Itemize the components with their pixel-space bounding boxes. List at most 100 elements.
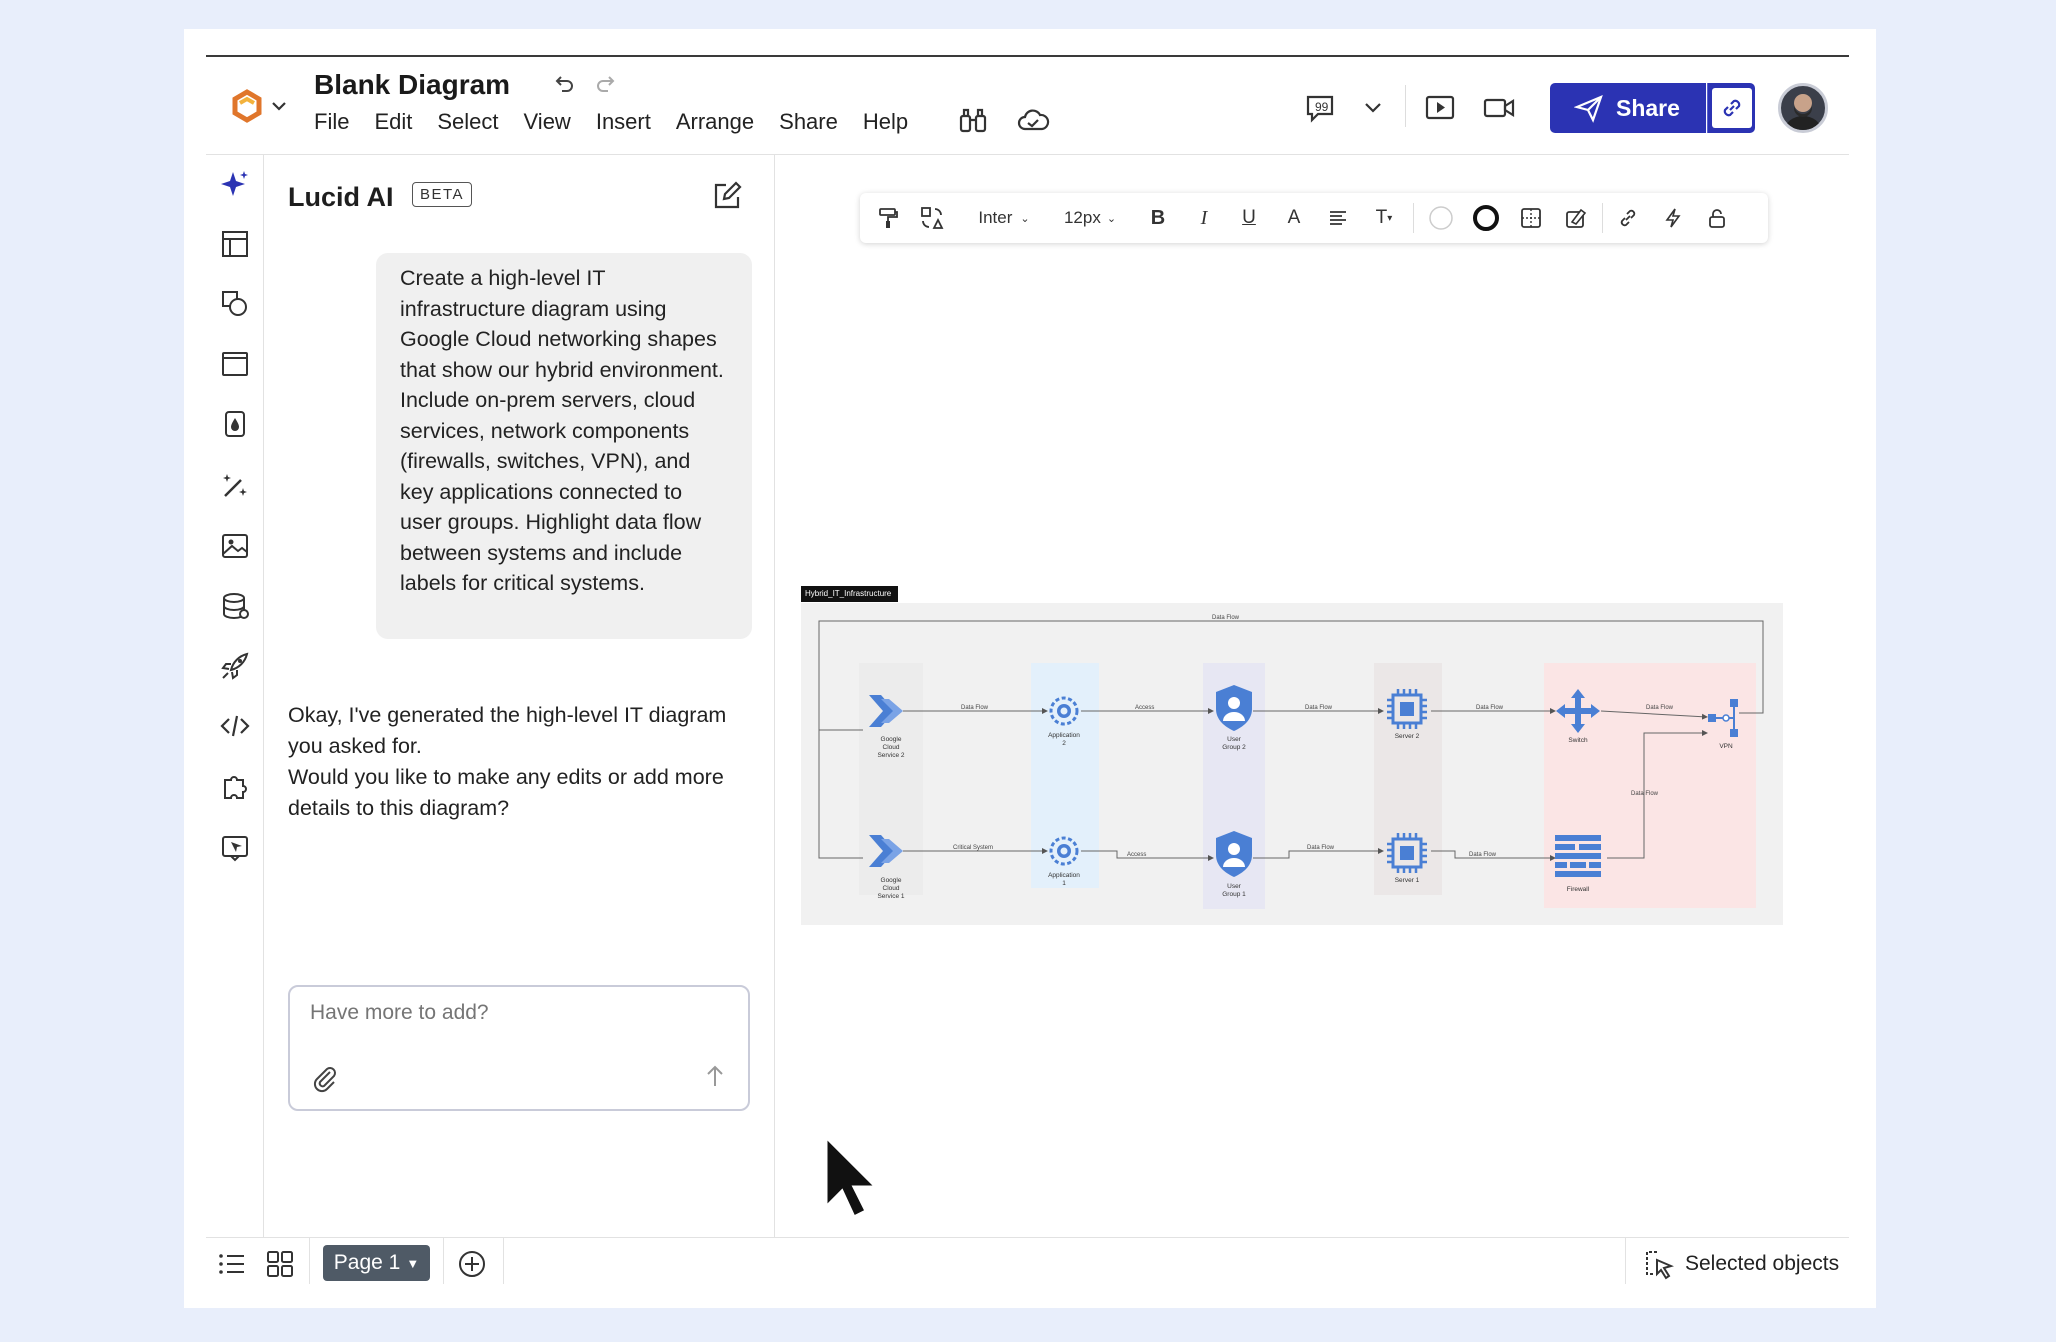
frame-icon[interactable]: [216, 345, 254, 383]
selection-cursor-icon: [1646, 1251, 1674, 1280]
fill-color-icon[interactable]: [1425, 202, 1457, 234]
menu-view[interactable]: View: [524, 109, 571, 135]
diagram-container-tag[interactable]: Hybrid_IT_Infrastructure: [801, 586, 898, 602]
ai-response-line: Would you like to make any edits or add …: [288, 765, 724, 820]
ai-sparkle-icon[interactable]: [216, 165, 254, 203]
node-label: Group 1: [1222, 891, 1246, 898]
diagram-canvas[interactable]: Inter ⌄ 12px ⌄ B I U A T ▾ Hybrid_IT_Inf…: [776, 155, 1849, 1237]
menu-edit[interactable]: Edit: [374, 109, 412, 135]
mouse-pointer-icon: [820, 1133, 880, 1223]
edge-label: Data Flow: [1307, 845, 1335, 851]
toolbar-divider: [1405, 85, 1406, 127]
code-icon[interactable]: [216, 707, 254, 745]
copy-link-button[interactable]: [1707, 83, 1755, 133]
it-infrastructure-diagram[interactable]: Data Flow Data Flow Access Data Flow Dat…: [801, 603, 1783, 925]
rocket-icon[interactable]: [216, 647, 254, 685]
menu-select[interactable]: Select: [437, 109, 498, 135]
comments-icon[interactable]: 99: [1303, 91, 1337, 125]
selected-objects-label: Selected objects: [1685, 1252, 1840, 1275]
add-page-icon[interactable]: [456, 1248, 488, 1280]
new-chat-edit-icon[interactable]: [710, 179, 744, 213]
chevron-down-icon[interactable]: [1356, 91, 1390, 125]
send-arrow-icon[interactable]: [700, 1061, 730, 1091]
chevron-down-icon[interactable]: [270, 91, 288, 121]
link-icon[interactable]: [1612, 202, 1644, 234]
edge-label: Data Flow: [1646, 705, 1674, 711]
node-label: Application: [1048, 872, 1080, 879]
diagram-svg: Data Flow Data Flow Access Data Flow Dat…: [818, 615, 1764, 909]
edge: [1253, 848, 1384, 859]
templates-icon[interactable]: [216, 225, 254, 263]
text-options-icon[interactable]: T ▾: [1368, 202, 1400, 234]
chevron-down-icon: ⌄: [1020, 212, 1030, 225]
align-icon[interactable]: [1324, 202, 1352, 234]
lock-icon[interactable]: [1701, 202, 1733, 234]
node-label: Server 2: [1395, 733, 1420, 740]
binoculars-icon[interactable]: [956, 104, 990, 138]
image-icon[interactable]: [216, 527, 254, 565]
style-palette-icon[interactable]: [1560, 202, 1592, 234]
svg-text:99: 99: [1315, 100, 1329, 114]
text-color-icon[interactable]: A: [1280, 202, 1308, 234]
menu-help[interactable]: Help: [863, 109, 908, 135]
server-1-node[interactable]: [1385, 831, 1429, 875]
data-icon[interactable]: [216, 587, 254, 625]
font-size-select[interactable]: 12px ⌄: [1060, 202, 1120, 234]
lucid-logo-icon[interactable]: [230, 89, 264, 123]
menu-arrange[interactable]: Arrange: [676, 109, 754, 135]
node-label: User: [1227, 883, 1242, 890]
font-family-select[interactable]: Inter ⌄: [972, 202, 1036, 234]
bold-icon[interactable]: B: [1144, 202, 1172, 234]
replace-shape-icon[interactable]: [916, 202, 948, 234]
server-2-node[interactable]: [1385, 687, 1429, 731]
chat-input-box: [288, 985, 750, 1111]
user-avatar[interactable]: [1778, 83, 1828, 133]
lucid-app-window: Blank Diagram File Edit Select View Inse…: [206, 55, 1849, 1284]
node-label: Cloud: [883, 744, 900, 751]
bottom-bar: Page 1 ▼ Selected objects: [206, 1237, 1849, 1284]
beta-badge: BETA: [412, 182, 473, 207]
node-label: Application: [1048, 732, 1080, 739]
edge-label: Data Flow: [1631, 791, 1659, 797]
document-title[interactable]: Blank Diagram: [314, 69, 510, 101]
node-label: User: [1227, 736, 1242, 743]
format-toolbar: Inter ⌄ 12px ⌄ B I U A T ▾: [860, 193, 1768, 243]
share-button[interactable]: Share: [1550, 83, 1706, 133]
redo-icon[interactable]: [594, 73, 618, 97]
page-list-icon[interactable]: [216, 1248, 248, 1280]
border-style-icon[interactable]: [1515, 202, 1547, 234]
undo-icon[interactable]: [552, 73, 576, 97]
edge-label: Access: [1135, 705, 1154, 711]
edge-label: Data Flow: [1469, 852, 1497, 858]
share-button-label: Share: [1616, 94, 1680, 121]
menu-file[interactable]: File: [314, 109, 349, 135]
format-painter-icon[interactable]: [872, 202, 904, 234]
top-bar: Blank Diagram File Edit Select View Inse…: [206, 57, 1849, 155]
chat-input[interactable]: [310, 1001, 710, 1025]
theme-drop-icon[interactable]: [216, 405, 254, 443]
underline-icon[interactable]: U: [1235, 202, 1263, 234]
page-grid-icon[interactable]: [264, 1248, 296, 1280]
cloud-saved-icon[interactable]: [1016, 104, 1050, 138]
edge: [1081, 850, 1214, 861]
shapes-icon[interactable]: [216, 285, 254, 323]
left-connector: [818, 621, 863, 859]
menu-insert[interactable]: Insert: [596, 109, 651, 135]
paperclip-icon[interactable]: [310, 1063, 340, 1093]
node-label: Service 1: [877, 893, 904, 900]
line-color-icon[interactable]: [1470, 202, 1502, 234]
edge-label: Access: [1127, 852, 1146, 858]
menu-share[interactable]: Share: [779, 109, 838, 135]
feedback-icon[interactable]: [216, 829, 254, 867]
node-label: VPN: [1719, 743, 1733, 750]
video-camera-icon[interactable]: [1482, 91, 1516, 125]
node-label: Service 2: [877, 752, 904, 759]
integrations-puzzle-icon[interactable]: [216, 767, 254, 805]
italic-icon[interactable]: I: [1190, 202, 1218, 234]
magic-wand-icon[interactable]: [216, 467, 254, 505]
toolbar-divider: [1602, 203, 1603, 233]
lightning-icon[interactable]: [1657, 202, 1689, 234]
selected-objects-panel[interactable]: Selected objects: [1643, 1248, 1839, 1280]
page-tab[interactable]: Page 1 ▼: [323, 1245, 430, 1281]
present-icon[interactable]: [1423, 91, 1457, 125]
